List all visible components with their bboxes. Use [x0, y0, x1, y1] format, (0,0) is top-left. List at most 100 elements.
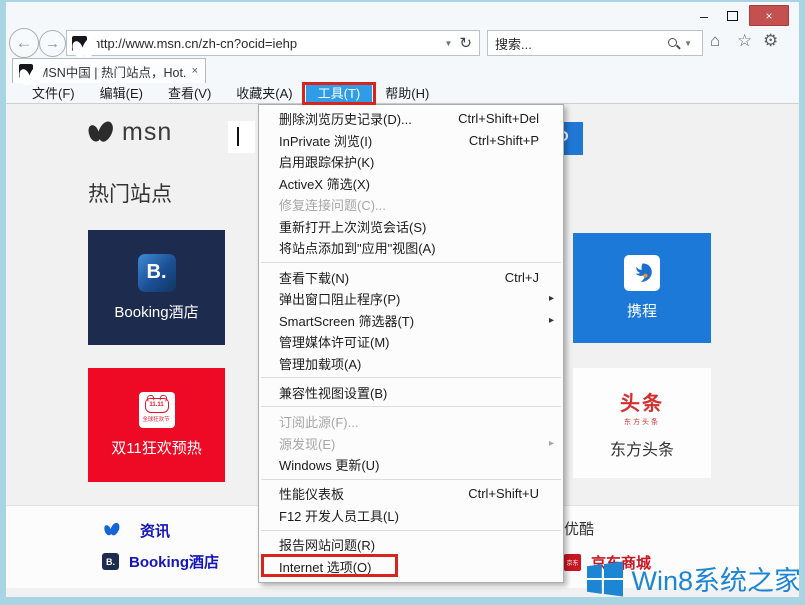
- menu-item-label: ActiveX 筛选(X): [279, 174, 370, 193]
- menu-item-label: 源发现(E): [279, 434, 335, 453]
- minimize-button[interactable]: –: [693, 7, 715, 25]
- menu-item[interactable]: ActiveX 筛选(X): [259, 173, 563, 195]
- forward-arrow-icon: →: [45, 35, 60, 52]
- menu-item[interactable]: 删除浏览历史记录(D)... Ctrl+Shift+Del: [259, 108, 563, 130]
- menu-item[interactable]: 报告网站问题(R): [259, 534, 563, 556]
- menu-item[interactable]: 性能仪表板Ctrl+Shift+U: [259, 483, 563, 505]
- msn-butterfly-icon: [104, 522, 120, 538]
- close-button[interactable]: ×: [749, 5, 789, 26]
- msn-favicon-icon: [72, 36, 87, 51]
- link-youku[interactable]: 优酷: [564, 518, 594, 539]
- msn-logo[interactable]: msn: [88, 118, 172, 147]
- favorites-star-icon[interactable]: ☆: [737, 31, 752, 51]
- menu-separator: [261, 479, 561, 480]
- window-controls: – ×: [693, 5, 789, 26]
- tab-title: MSN中国 | 热门站点，Hot...: [38, 62, 186, 81]
- menu-item[interactable]: 重新打开上次浏览会话(S): [259, 216, 563, 238]
- tmall-cat-logo-icon: 11.11 全球狂欢节: [139, 392, 175, 428]
- maximize-button[interactable]: [721, 7, 743, 25]
- watermark-text: Win8系统之家: [631, 559, 799, 597]
- link-label: Booking酒店: [129, 551, 219, 572]
- tile-ctrip[interactable]: 携程: [573, 233, 711, 343]
- home-icon[interactable]: ⌂: [710, 31, 720, 51]
- windows-logo-icon: [587, 561, 623, 597]
- menu-item: 修复连接问题(C)...: [259, 194, 563, 216]
- page-search-input[interactable]: [228, 121, 255, 153]
- tile-label: 双11狂欢预热: [111, 437, 202, 458]
- tab-close-icon[interactable]: ×: [191, 65, 199, 77]
- win8-watermark: Win8系统之家: [587, 559, 799, 597]
- menu-item[interactable]: F12 开发人员工具(L): [259, 505, 563, 527]
- browser-window: – × ← → ▼ ↻ ▼ ⌂ ☆ ⚙ MSN中国 | 热门站: [0, 0, 805, 605]
- address-bar[interactable]: ▼ ↻: [66, 30, 480, 56]
- browser-tab[interactable]: MSN中国 | 热门站点，Hot... ×: [12, 58, 206, 83]
- back-button[interactable]: ←: [9, 28, 39, 58]
- ctrip-dolphin-logo-icon: [624, 255, 660, 291]
- toutiao-logo-text: 头条: [620, 387, 664, 416]
- search-icon[interactable]: [667, 37, 680, 50]
- menubar-item[interactable]: 文件(F): [20, 83, 87, 104]
- menu-item-label: 重新打开上次浏览会话(S): [279, 217, 426, 236]
- menu-item-label: 订阅此源(F)...: [279, 412, 358, 431]
- url-dropdown-icon[interactable]: ▼: [441, 39, 457, 48]
- menu-item[interactable]: 将站点添加到"应用"视图(A): [259, 237, 563, 259]
- tile-label: 东方头条: [610, 436, 674, 460]
- refresh-icon[interactable]: ↻: [456, 34, 475, 52]
- menu-item[interactable]: 启用跟踪保护(K): [259, 151, 563, 173]
- menu-item-shortcut: Ctrl+Shift+Del: [458, 111, 539, 126]
- menu-item-label: 性能仪表板: [279, 484, 344, 503]
- tile-label: 携程: [627, 300, 657, 321]
- msn-logo-text: msn: [122, 118, 172, 147]
- menu-item-label: F12 开发人员工具(L): [279, 506, 399, 525]
- forward-button[interactable]: →: [39, 30, 66, 57]
- menu-item[interactable]: 管理媒体许可证(M): [259, 331, 563, 353]
- menu-item-label: InPrivate 浏览(I): [279, 131, 372, 150]
- tile-tmall-1111[interactable]: 11.11 全球狂欢节 双11狂欢预热: [88, 368, 225, 482]
- msn-butterfly-icon: [88, 120, 114, 146]
- tile-booking[interactable]: B. Booking酒店: [88, 230, 225, 345]
- search-dropdown-icon[interactable]: ▼: [680, 39, 696, 48]
- tmall-sub-text: 全球狂欢节: [143, 414, 170, 422]
- menu-item[interactable]: InPrivate 浏览(I) Ctrl+Shift+P: [259, 130, 563, 152]
- menu-item[interactable]: 查看下载(N)Ctrl+J: [259, 266, 563, 288]
- menu-item-shortcut: Ctrl+J: [505, 270, 539, 285]
- menubar-item[interactable]: 查看(V): [156, 83, 223, 104]
- maximize-icon: [727, 11, 738, 21]
- tile-toutiao[interactable]: 头条 东方头条 东方头条: [573, 368, 711, 478]
- menubar-item[interactable]: 收藏夹(A): [224, 83, 304, 104]
- menu-item-label: 报告网站问题(R): [279, 535, 375, 554]
- menu-bar: 文件(F)编辑(E)查看(V)收藏夹(A)工具(T)帮助(H): [6, 83, 799, 104]
- menu-item-shortcut: Ctrl+Shift+P: [469, 133, 539, 148]
- menu-item-label: 兼容性视图设置(B): [279, 383, 387, 402]
- menubar-item[interactable]: 工具(T): [306, 83, 373, 104]
- menubar-item[interactable]: 编辑(E): [88, 83, 155, 104]
- jd-logo-icon: 京东: [564, 554, 581, 571]
- link-booking[interactable]: B. Booking酒店: [102, 551, 219, 572]
- menu-separator: [261, 406, 561, 407]
- menu-item[interactable]: Windows 更新(U): [259, 454, 563, 476]
- tile-label: Booking酒店: [114, 301, 198, 322]
- menu-item[interactable]: 弹出窗口阻止程序(P)▸: [259, 288, 563, 310]
- page-heading: 热门站点: [88, 178, 172, 208]
- toutiao-logo-subtext: 东方头条: [624, 417, 660, 427]
- browser-chrome: – × ← → ▼ ↻ ▼ ⌂ ☆ ⚙ MSN中国 | 热门站: [6, 2, 799, 104]
- menu-item[interactable]: 管理加载项(A): [259, 352, 563, 374]
- menu-item[interactable]: Internet 选项(O): [259, 555, 563, 577]
- menu-item-label: 管理媒体许可证(M): [279, 332, 390, 351]
- submenu-arrow-icon: ▸: [549, 438, 554, 449]
- search-input[interactable]: [494, 36, 667, 51]
- booking-logo-icon: B.: [102, 553, 119, 570]
- menubar-item[interactable]: 帮助(H): [373, 83, 441, 104]
- tools-menu: 删除浏览历史记录(D)... Ctrl+Shift+Del InPrivate 浏览…: [258, 104, 564, 583]
- settings-gear-icon[interactable]: ⚙: [763, 31, 778, 51]
- menu-item[interactable]: SmartScreen 筛选器(T)▸: [259, 309, 563, 331]
- menu-item-label: 删除浏览历史记录(D)...: [279, 109, 412, 128]
- partial-hidden-tile[interactable]: O: [562, 122, 583, 155]
- menu-item-label: Internet 选项(O): [279, 557, 371, 576]
- link-label: 资讯: [140, 520, 170, 541]
- link-zixun[interactable]: 资讯: [104, 517, 170, 543]
- back-arrow-icon: ←: [16, 33, 33, 53]
- search-bar[interactable]: ▼: [487, 30, 703, 56]
- menu-item[interactable]: 兼容性视图设置(B): [259, 382, 563, 404]
- url-input[interactable]: [87, 36, 441, 51]
